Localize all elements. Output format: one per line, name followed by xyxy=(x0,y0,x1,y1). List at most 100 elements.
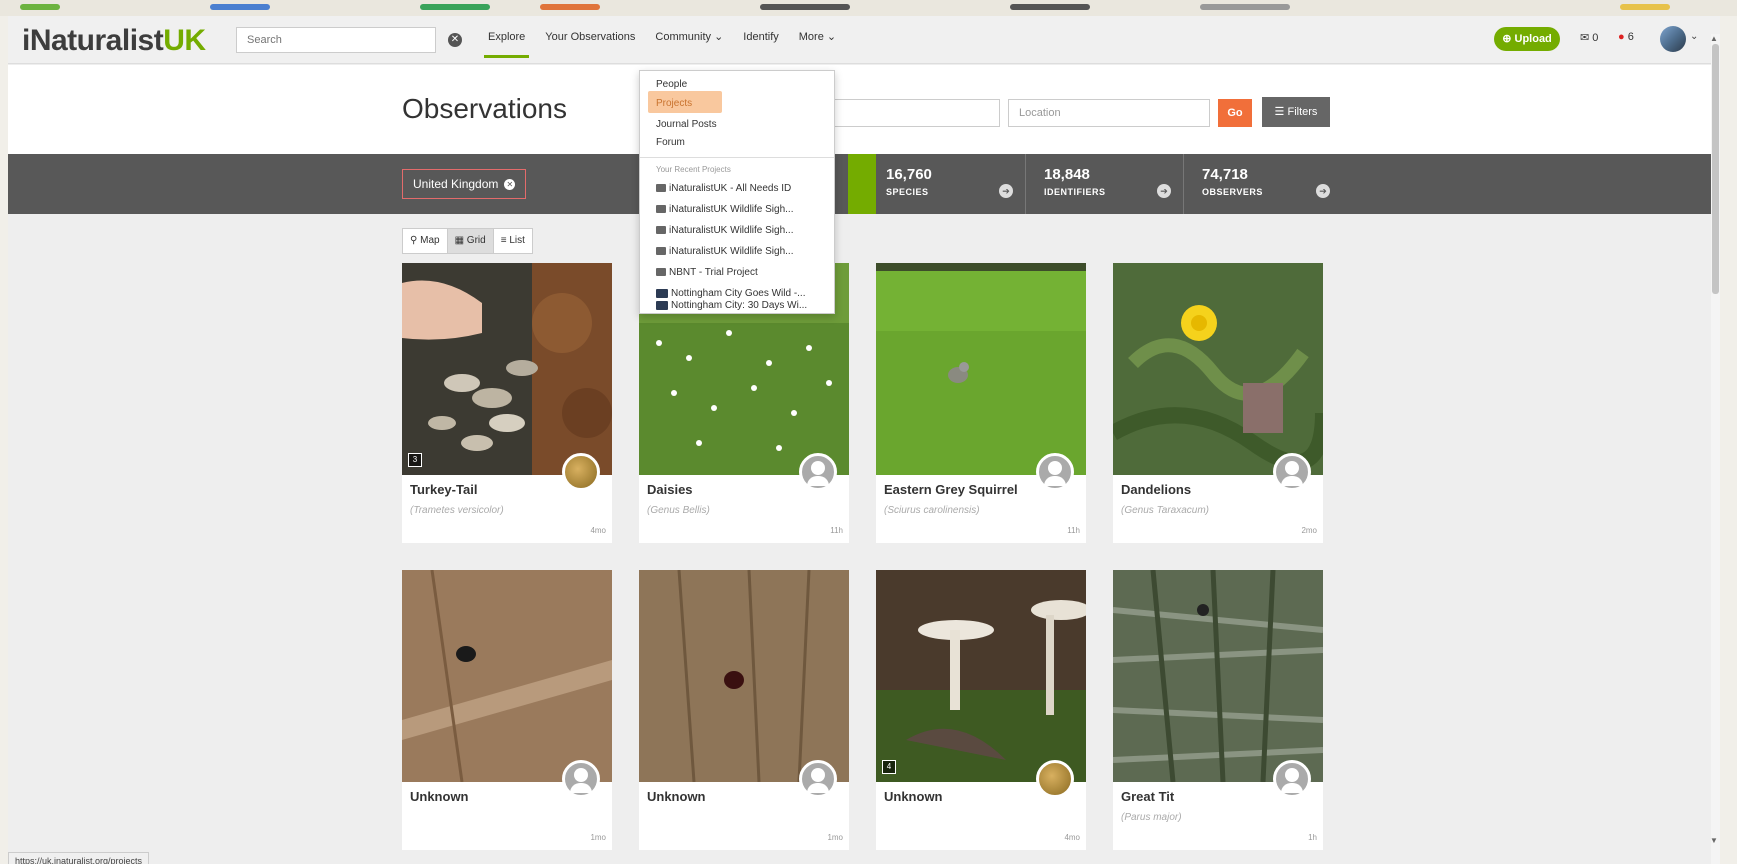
observation-card[interactable]: Great Tit (Parus major) 1h xyxy=(1113,570,1323,850)
observation-name[interactable]: Unknown xyxy=(647,789,706,804)
observation-photo[interactable] xyxy=(1113,263,1323,475)
observation-card[interactable]: Dandelions (Genus Taraxacum) 2mo xyxy=(1113,263,1323,543)
observation-name[interactable]: Turkey-Tail xyxy=(410,482,477,497)
briefcase-icon xyxy=(656,247,666,256)
view-list-button[interactable]: ≡ List xyxy=(492,228,533,254)
observation-scientific-name: (Trametes versicolor) xyxy=(410,505,504,516)
observations-stat-tab[interactable] xyxy=(848,154,876,214)
observation-name[interactable]: Unknown xyxy=(884,789,943,804)
chevron-down-icon[interactable]: ⌄ xyxy=(1690,31,1698,42)
observation-name[interactable]: Great Tit xyxy=(1121,789,1174,804)
person-icon xyxy=(811,768,825,782)
observation-photo[interactable] xyxy=(402,263,612,475)
recent-project-item[interactable]: Nottingham City: 30 Days Wi... xyxy=(656,300,807,311)
arrow-right-icon[interactable]: ➔ xyxy=(1316,184,1330,198)
menu-item-projects[interactable]: Projects xyxy=(656,98,692,109)
observation-name[interactable]: Dandelions xyxy=(1121,482,1191,497)
place-filter-chip[interactable]: United Kingdom ✕ xyxy=(402,169,527,199)
observer-avatar[interactable] xyxy=(562,760,600,798)
identifiers-count: 18,848 xyxy=(1044,166,1090,183)
observer-avatar[interactable] xyxy=(1036,453,1074,491)
nav-identify[interactable]: Identify xyxy=(733,16,788,64)
observers-stat[interactable]: 74,718 OBSERVERS ➔ xyxy=(1192,154,1342,214)
observation-card[interactable]: 3 Turkey-Tail (Trametes versicolor) 4mo xyxy=(402,263,612,543)
view-map-button[interactable]: ⚲ Map xyxy=(402,228,448,254)
briefcase-icon xyxy=(656,184,666,193)
observation-card[interactable]: 4 Unknown 4mo xyxy=(876,570,1086,850)
list-label: List xyxy=(509,235,525,246)
nav-more[interactable]: More ⌄ xyxy=(789,16,846,64)
observer-avatar[interactable] xyxy=(799,760,837,798)
menu-item-people[interactable]: People xyxy=(656,79,687,90)
remove-place-icon[interactable]: ✕ xyxy=(504,179,516,191)
filters-button[interactable]: ☰ Filters xyxy=(1262,97,1330,127)
nav-community[interactable]: Community ⌄ xyxy=(645,16,733,64)
plus-icon: ⊕ xyxy=(1502,33,1512,45)
nav-your-observations[interactable]: Your Observations xyxy=(535,16,645,64)
title-row: Observations Location Go ☰ Filters xyxy=(8,65,1720,154)
recent-project-label: iNaturalistUK Wildlife Sigh... xyxy=(669,246,794,257)
identifiers-stat[interactable]: 18,848 IDENTIFIERS ➔ xyxy=(1034,154,1184,214)
observation-photo[interactable] xyxy=(876,263,1086,475)
scroll-down-arrow-icon[interactable]: ▼ xyxy=(1710,836,1718,845)
observation-card[interactable]: Unknown 1mo xyxy=(639,570,849,850)
recent-project-item[interactable]: iNaturalistUK Wildlife Sigh... xyxy=(656,204,793,215)
identifiers-label: IDENTIFIERS xyxy=(1044,187,1106,197)
menu-item-forum[interactable]: Forum xyxy=(656,137,685,148)
upload-label: Upload xyxy=(1514,33,1552,45)
observer-avatar[interactable] xyxy=(1273,453,1311,491)
recent-project-label: NBNT - Trial Project xyxy=(669,267,758,278)
notifications-button[interactable]: ● 6 xyxy=(1618,31,1634,43)
photo-count-badge: 3 xyxy=(408,453,422,467)
briefcase-icon xyxy=(656,268,666,277)
site-logo[interactable]: iNaturalistUK xyxy=(22,24,206,58)
search-input[interactable] xyxy=(236,27,436,53)
observation-name[interactable]: Daisies xyxy=(647,482,693,497)
scroll-up-arrow-icon[interactable]: ▲ xyxy=(1710,34,1718,43)
nav-explore[interactable]: Explore xyxy=(478,16,535,64)
upload-button[interactable]: ⊕ Upload xyxy=(1494,27,1560,51)
observation-name[interactable]: Unknown xyxy=(410,789,469,804)
place-name: United Kingdom xyxy=(413,177,499,191)
observation-name[interactable]: Eastern Grey Squirrel xyxy=(884,482,1018,497)
recent-project-item[interactable]: iNaturalistUK - All Needs ID xyxy=(656,183,791,194)
recent-project-label: iNaturalistUK Wildlife Sigh... xyxy=(669,225,794,236)
photo-count-badge: 4 xyxy=(882,760,896,774)
observer-avatar[interactable] xyxy=(1036,760,1074,798)
view-grid-button[interactable]: ▦ Grid xyxy=(446,228,494,254)
recent-project-label: iNaturalistUK - All Needs ID xyxy=(669,183,792,194)
recent-project-item[interactable]: Nottingham City Goes Wild -... xyxy=(656,288,805,299)
user-avatar[interactable] xyxy=(1660,26,1686,52)
observer-avatar[interactable] xyxy=(799,453,837,491)
observation-card[interactable]: Unknown 1mo xyxy=(402,570,612,850)
messages-button[interactable]: ✉ 0 xyxy=(1580,31,1598,44)
observers-count: 74,718 xyxy=(1202,166,1248,183)
observation-photo[interactable] xyxy=(1113,570,1323,782)
search-clear-icon[interactable]: ✕ xyxy=(448,33,462,47)
envelope-icon: ✉ xyxy=(1580,32,1590,44)
observation-photo[interactable] xyxy=(639,570,849,782)
grid-label: Grid xyxy=(466,235,486,246)
location-input[interactable]: Location xyxy=(1008,99,1210,127)
recent-project-label: iNaturalistUK Wildlife Sigh... xyxy=(669,204,794,215)
go-button[interactable]: Go xyxy=(1218,99,1252,127)
speech-bubble-icon: ● xyxy=(1618,31,1625,43)
recent-project-item[interactable]: NBNT - Trial Project xyxy=(656,267,758,278)
person-icon xyxy=(1048,461,1062,475)
observation-photo[interactable] xyxy=(876,570,1086,782)
status-bar-url: https://uk.inaturalist.org/projects xyxy=(8,852,150,864)
species-stat[interactable]: 16,760 SPECIES ➔ xyxy=(876,154,1026,214)
scrollbar-thumb[interactable] xyxy=(1712,44,1719,294)
page-title: Observations xyxy=(402,93,567,124)
observer-avatar[interactable] xyxy=(562,453,600,491)
arrow-right-icon[interactable]: ➔ xyxy=(1157,184,1171,198)
observer-avatar[interactable] xyxy=(1273,760,1311,798)
menu-item-journal-posts[interactable]: Journal Posts xyxy=(656,119,717,130)
arrow-right-icon[interactable]: ➔ xyxy=(999,184,1013,198)
observation-age: 2mo xyxy=(1301,526,1317,535)
observation-photo[interactable] xyxy=(402,570,612,782)
recent-project-item[interactable]: iNaturalistUK Wildlife Sigh... xyxy=(656,246,793,257)
observation-card[interactable]: Eastern Grey Squirrel (Sciurus carolinen… xyxy=(876,263,1086,543)
recent-project-label: Nottingham City: 30 Days Wi... xyxy=(671,300,808,311)
recent-project-item[interactable]: iNaturalistUK Wildlife Sigh... xyxy=(656,225,793,236)
